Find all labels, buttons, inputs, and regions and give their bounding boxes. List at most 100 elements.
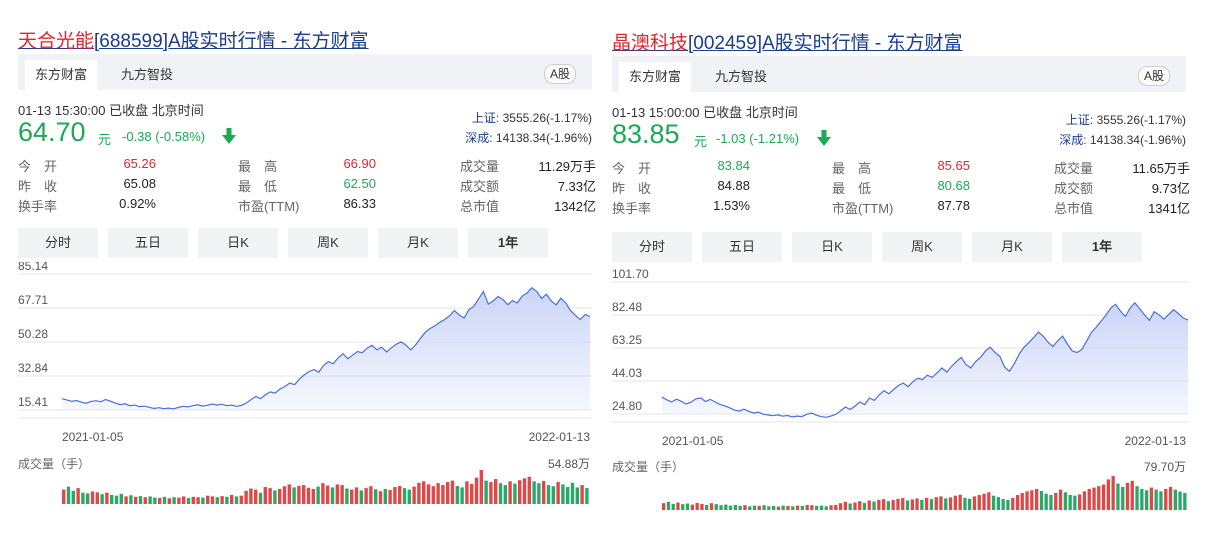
volume-bar (1006, 499, 1010, 510)
source-tab-jiufang[interactable]: 九方智投 (111, 60, 183, 90)
volume-bar (867, 500, 871, 510)
y-tick-label: 82.48 (612, 300, 642, 314)
volume-bar (518, 480, 522, 504)
volume-bar (311, 488, 315, 504)
volume-bar (666, 501, 671, 510)
volume-bar (834, 504, 838, 510)
volume-bar (724, 504, 728, 510)
stock-name-link[interactable]: 晶澳科技 (612, 33, 688, 54)
source-tab-jiufang[interactable]: 九方智投 (705, 62, 777, 92)
volume-bar (570, 482, 575, 504)
y-tick-label: 63.25 (612, 333, 642, 347)
tab-2[interactable]: 日K (792, 232, 872, 262)
volume-bar (1173, 489, 1177, 510)
x-start-label: 2021-01-05 (62, 430, 124, 444)
volume-bar (585, 488, 589, 504)
market-badge[interactable]: A股 (543, 64, 576, 84)
volume-bar (522, 478, 527, 504)
tab-4[interactable]: 月K (378, 228, 458, 258)
volume-bar (186, 498, 191, 504)
volume-bar (1111, 476, 1115, 510)
volume-bar (254, 489, 258, 504)
volume-bar (705, 504, 709, 510)
volume-bar (215, 497, 219, 504)
volume-bar (167, 498, 171, 504)
page-title[interactable]: 天合光能[688599]A股实时行情 - 东方财富 (18, 26, 369, 53)
volume-bar (1063, 492, 1067, 510)
volume-label: 成交量（手） (612, 459, 684, 474)
volume-bar (1087, 488, 1091, 510)
volume-bar (896, 498, 900, 510)
volume-bar (239, 495, 243, 504)
volume-bar (134, 496, 138, 504)
source-tab-eastmoney[interactable]: 东方财富 (619, 62, 692, 92)
tab-0[interactable]: 分时 (18, 228, 98, 258)
volume-bar (819, 505, 824, 510)
tab-1[interactable]: 五日 (702, 232, 782, 262)
tab-3[interactable]: 周K (882, 232, 962, 262)
tab-5[interactable]: 1年 (1062, 232, 1142, 262)
index-label[interactable]: 上证: (1066, 113, 1093, 127)
volume-bar (958, 494, 962, 510)
stat-value: 11.29万手 (538, 159, 596, 174)
current-price: 64.70 (18, 117, 86, 147)
volume-bar (124, 496, 128, 504)
volume-bar (671, 503, 675, 510)
stat-value: 86.33 (343, 196, 376, 211)
index-shanghai: 上证: 3555.26(-1.17%) (472, 109, 592, 126)
volume-bar (1011, 497, 1015, 510)
y-tick-label: 15.41 (18, 395, 48, 409)
volume-bar (162, 496, 167, 504)
index-value: 14138.34(-1.96%) (495, 131, 592, 145)
stat-label: 最 高 (238, 159, 278, 174)
volume-bar (292, 487, 296, 504)
tab-5[interactable]: 1年 (468, 228, 548, 258)
price-unit: 元 (98, 132, 112, 147)
stat-label: 最 高 (832, 161, 872, 176)
volume-bar (1178, 491, 1182, 510)
volume-bar (1025, 491, 1029, 510)
volume-bar (891, 500, 895, 510)
tab-4[interactable]: 月K (972, 232, 1052, 262)
stock-name-link[interactable]: 天合光能 (18, 31, 94, 52)
stat-label: 成交额 (460, 179, 500, 194)
volume-bar (829, 505, 833, 510)
volume-bar (877, 499, 881, 510)
volume-bar (1035, 488, 1039, 510)
tab-0[interactable]: 分时 (612, 232, 692, 262)
stock-title-rest[interactable]: [688599]A股实时行情 - 东方财富 (94, 31, 369, 52)
volume-bar (364, 488, 368, 504)
volume-bar (862, 502, 867, 510)
source-tab-eastmoney[interactable]: 东方财富 (25, 60, 98, 90)
stat-value: 80.68 (937, 178, 970, 193)
volume-bar (963, 497, 967, 510)
index-label[interactable]: 深成: (1059, 133, 1086, 147)
stock-title-rest[interactable]: [002459]A股实时行情 - 东方财富 (688, 33, 963, 54)
volume-bar (345, 488, 349, 504)
market-badge[interactable]: A股 (1137, 66, 1170, 86)
volume-bar (297, 485, 301, 504)
price-chart: 85.14 67.71 50.28 32.84 15.41 2021-01-05 2022-… (18, 262, 592, 504)
index-label[interactable]: 深成: (465, 131, 492, 145)
volume-bar (977, 495, 981, 510)
stat-label: 今 开 (612, 161, 652, 176)
volume-bar (62, 489, 66, 504)
volume-bar (76, 488, 80, 504)
volume-bar (752, 505, 757, 510)
volume-bar (1116, 483, 1120, 510)
volume-bar (996, 497, 1000, 510)
tab-2[interactable]: 日K (198, 228, 278, 258)
index-label[interactable]: 上证: (472, 111, 499, 125)
price-change: -1.03 (-1.21%) (716, 131, 800, 146)
stat-value: 0.92% (119, 196, 156, 211)
y-tick-label: 32.84 (18, 361, 48, 375)
volume-bar (815, 505, 819, 510)
volume-bar (848, 503, 852, 510)
volume-bar (450, 480, 455, 504)
tab-1[interactable]: 五日 (108, 228, 188, 258)
page-title[interactable]: 晶澳科技[002459]A股实时行情 - 东方财富 (612, 28, 963, 55)
tab-3[interactable]: 周K (288, 228, 368, 258)
volume-bar (728, 505, 733, 510)
stat-value: 84.88 (717, 178, 750, 193)
volume-bar (532, 481, 536, 504)
